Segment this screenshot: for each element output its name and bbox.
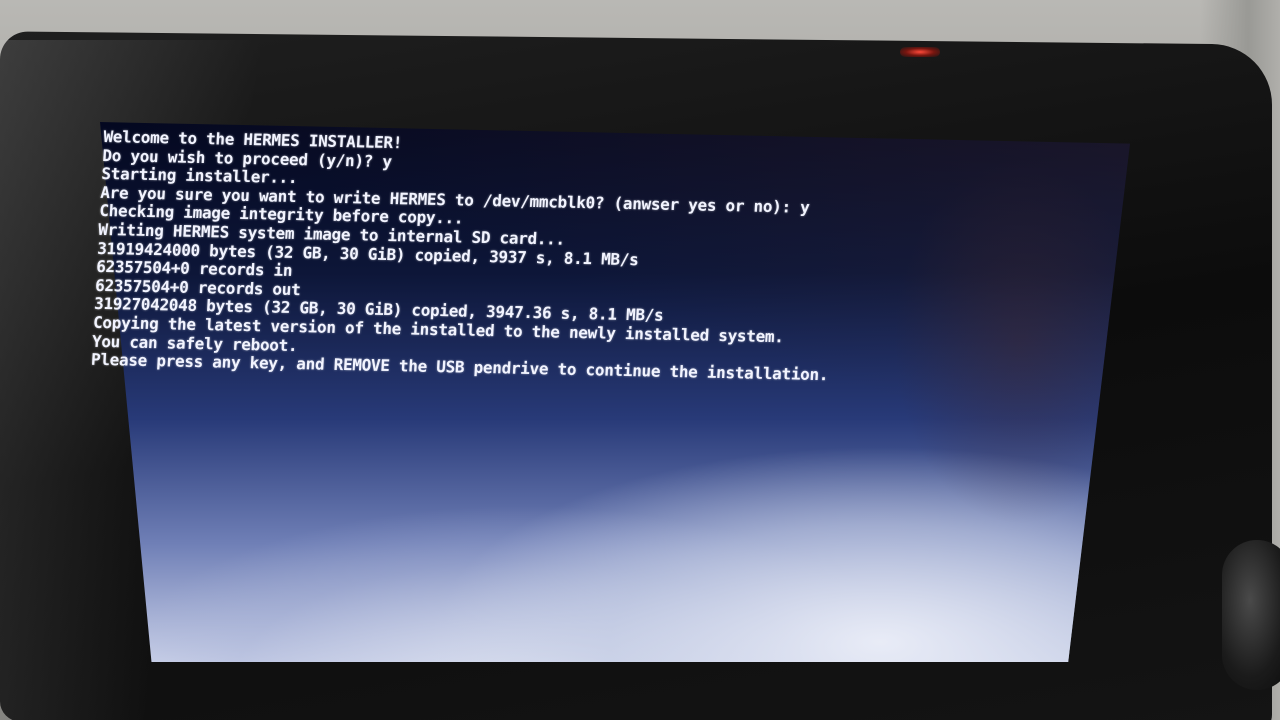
- status-led-icon: [900, 47, 940, 57]
- terminal-console[interactable]: Welcome to the HERMES INSTALLER! Do you …: [90, 127, 1003, 388]
- photo-scene: Welcome to the HERMES INSTALLER! Do you …: [0, 0, 1280, 720]
- device-knob[interactable]: [1222, 540, 1280, 690]
